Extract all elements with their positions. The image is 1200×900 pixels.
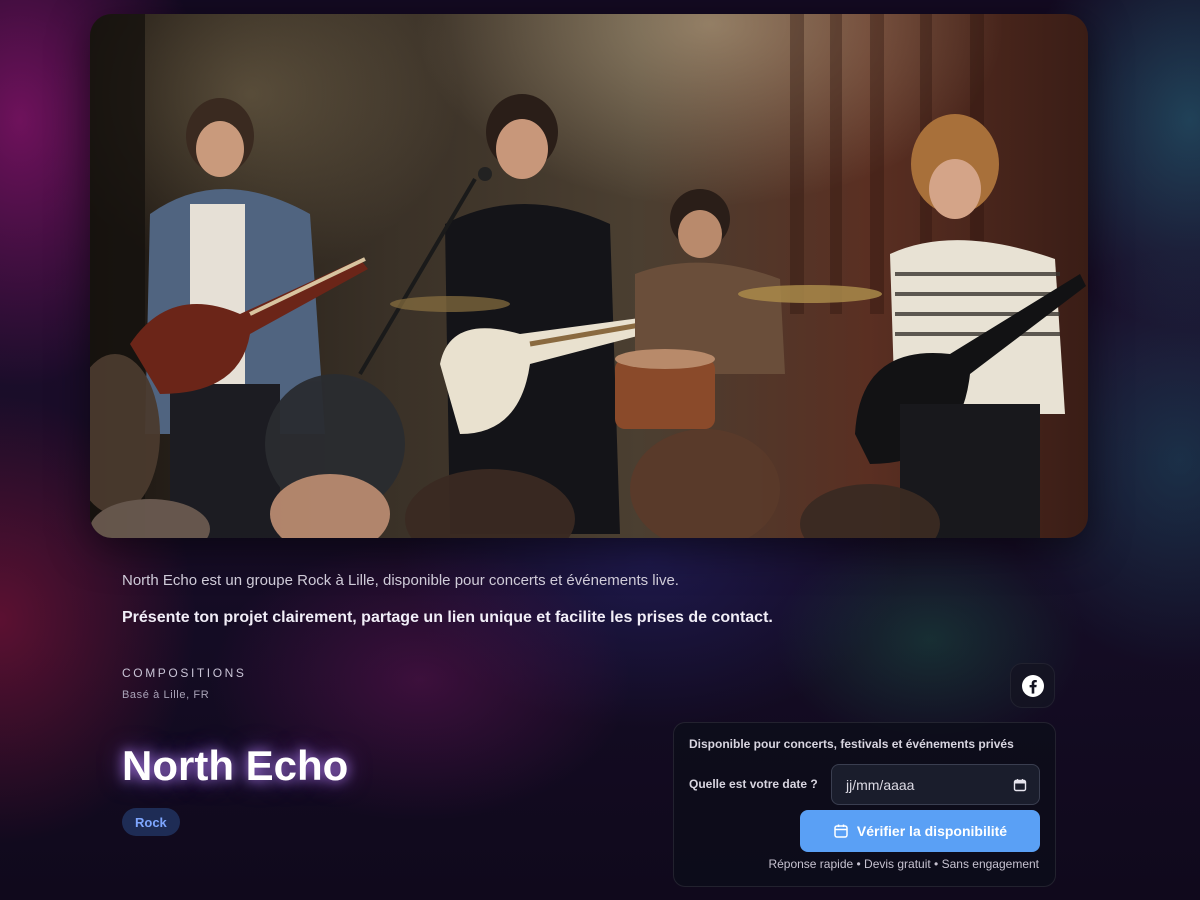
genre-badge[interactable]: Rock	[122, 808, 180, 836]
singer-center	[358, 94, 676, 534]
availability-title: Disponible pour concerts, festivals et é…	[689, 737, 1014, 751]
calendar-icon[interactable]	[1013, 778, 1027, 792]
tagline: Présente ton projet clairement, partage …	[122, 609, 773, 626]
band-illustration	[90, 14, 1086, 538]
hero-band-photo	[90, 14, 1088, 538]
check-availability-label: Vérifier la disponibilité	[856, 823, 1008, 839]
bassist-right	[855, 114, 1086, 538]
availability-footnote: Réponse rapide • Devis gratuit • Sans en…	[768, 857, 1039, 871]
band-description: North Echo est un groupe Rock à Lille, d…	[122, 572, 679, 589]
band-name: North Echo	[122, 742, 349, 789]
location-text: Basé à Lille, FR	[122, 689, 210, 701]
date-placeholder: jj/mm/aaaa	[846, 776, 915, 793]
date-input[interactable]: jj/mm/aaaa	[831, 764, 1040, 805]
facebook-button[interactable]	[1010, 663, 1055, 708]
category-kicker: COMPOSITIONS	[122, 666, 247, 680]
check-availability-button[interactable]: Vérifier la disponibilité	[800, 810, 1040, 852]
calendar-icon	[834, 824, 848, 838]
date-label: Quelle est votre date ?	[689, 777, 818, 791]
facebook-icon	[1021, 674, 1044, 697]
availability-card: Disponible pour concerts, festivals et é…	[673, 722, 1056, 887]
